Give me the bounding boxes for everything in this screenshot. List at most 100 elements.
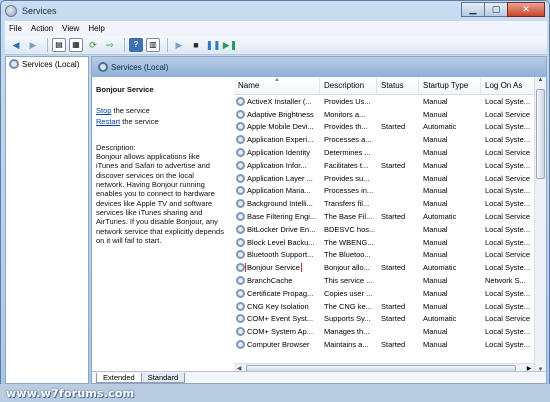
- service-gear-icon: [236, 109, 245, 119]
- service-gear-icon: [236, 96, 245, 106]
- service-description: Processes a...: [324, 135, 372, 145]
- help-button[interactable]: ?: [129, 38, 143, 52]
- service-row[interactable]: COM+ System Ap... Manages th... Manual Loca…: [234, 325, 546, 338]
- service-startup-type: Manual: [423, 301, 448, 311]
- service-description: The CNG ke...: [324, 301, 372, 311]
- column-header-status[interactable]: Status: [377, 77, 419, 94]
- service-row[interactable]: Certificate Propag... Copies user ... Manu…: [234, 287, 546, 300]
- service-name-text: BranchCache: [247, 276, 293, 286]
- menu-bar: File Action View Help: [5, 21, 547, 36]
- console-tree-button[interactable]: ▤: [52, 38, 66, 52]
- column-header-startup-type[interactable]: Startup Type: [419, 77, 481, 94]
- properties-button[interactable]: ▦: [69, 38, 83, 52]
- close-button[interactable]: ✕: [507, 2, 545, 17]
- services-app-icon: [5, 5, 17, 17]
- export-button[interactable]: ⇨: [103, 38, 117, 52]
- column-header-label: Log On As: [485, 81, 523, 90]
- service-name-text: ActiveX Installer (...: [247, 96, 312, 106]
- forward-button[interactable]: ▶: [26, 38, 40, 52]
- start-service-button[interactable]: ▶: [172, 38, 186, 52]
- service-name-text: Computer Browser: [247, 340, 310, 350]
- service-name-text: Apple Mobile Devi...: [247, 122, 314, 132]
- watermark-text: www.w7forums.com: [6, 387, 135, 400]
- toolbar: ◀ ▶ ▤ ▦ ⟳ ⇨ ? ▥ ▶ ■ ❚❚ ▶❚: [5, 36, 547, 55]
- service-startup-type: Manual: [423, 96, 448, 106]
- column-header-label: Description: [324, 81, 365, 90]
- service-row[interactable]: Application Identity Determines ... Manual…: [234, 146, 546, 159]
- service-description: Processes in...: [324, 186, 374, 196]
- help-icon: ?: [133, 40, 139, 49]
- service-row[interactable]: BranchCache This service ... Manual Network…: [234, 274, 546, 287]
- service-name-text: Application Identity: [247, 148, 310, 158]
- service-name-text: Application Mana...: [247, 186, 311, 196]
- vertical-scrollbar[interactable]: ▲ ▼: [534, 77, 546, 373]
- menu-help[interactable]: Help: [88, 24, 104, 33]
- service-row[interactable]: Adaptive Brightness Monitors a... Manual Lo…: [234, 108, 546, 121]
- back-button[interactable]: ◀: [9, 38, 23, 52]
- maximize-icon: ▢: [491, 4, 501, 14]
- service-name-text: Block Level Backu...: [247, 237, 315, 247]
- service-row[interactable]: Base Filtering Engi... The Base Fil... Sta…: [234, 210, 546, 223]
- service-gear-icon: [236, 160, 245, 170]
- pane-header: Services (Local): [92, 57, 546, 77]
- maximize-button[interactable]: ▢: [484, 2, 508, 17]
- restart-link[interactable]: Restart: [96, 117, 120, 126]
- service-description: Determines ...: [324, 148, 371, 158]
- service-name: Application Identity: [234, 148, 320, 158]
- tab-standard[interactable]: Standard: [140, 373, 186, 383]
- window-title: Services: [22, 6, 57, 16]
- service-row[interactable]: Application Experi... Processes a... Manua…: [234, 133, 546, 146]
- title-bar[interactable]: Services ▁ ▢ ✕: [1, 1, 549, 21]
- service-row[interactable]: Block Level Backu... The WBENG... Manual Lo…: [234, 236, 546, 249]
- sort-ascending-icon: ▲: [274, 77, 280, 83]
- service-name: Background Intelli...: [234, 199, 320, 209]
- service-row[interactable]: Computer Browser Maintains a... Started Man…: [234, 338, 546, 351]
- toolbar-separator: [124, 38, 125, 52]
- service-row[interactable]: CNG Key Isolation The CNG ke... Started Man…: [234, 300, 546, 313]
- service-row[interactable]: Bluetooth Support... The Bluetoo... Manual…: [234, 249, 546, 262]
- minimize-button[interactable]: ▁: [461, 2, 485, 17]
- service-startup-type: Manual: [423, 237, 448, 247]
- menu-action[interactable]: Action: [31, 24, 53, 33]
- menu-view[interactable]: View: [62, 24, 79, 33]
- column-header-name[interactable]: ▲ Name: [234, 77, 320, 94]
- stop-service-button[interactable]: ■: [189, 38, 203, 52]
- column-header-description[interactable]: Description: [320, 77, 377, 94]
- service-row[interactable]: Bonjour Service Bonjour allo... Started Aut…: [234, 261, 546, 274]
- service-status: Started: [381, 340, 406, 350]
- restart-service-button[interactable]: ▶❚: [223, 38, 237, 52]
- service-name-text: Bluetooth Support...: [247, 250, 314, 260]
- service-row[interactable]: Background Intelli... Transfers fil... Man…: [234, 197, 546, 210]
- service-gear-icon: [236, 135, 245, 145]
- service-description: Provides Us...: [324, 96, 371, 106]
- service-name: Computer Browser: [234, 340, 320, 350]
- vertical-scroll-thumb[interactable]: [536, 89, 545, 179]
- tree-item-services-local[interactable]: Services (Local): [6, 57, 88, 71]
- service-startup-type: Manual: [423, 109, 448, 119]
- service-row[interactable]: ActiveX Installer (... Provides Us... Manu…: [234, 95, 546, 108]
- scroll-up-icon[interactable]: ▲: [535, 77, 546, 83]
- service-row[interactable]: Application Mana... Processes in... Manual…: [234, 185, 546, 198]
- menu-file[interactable]: File: [9, 24, 22, 33]
- pane-header-title: Services (Local): [111, 62, 169, 72]
- view-button[interactable]: ▥: [146, 38, 160, 52]
- service-startup-type: Manual: [423, 276, 448, 286]
- stop-rest-text: the service: [111, 106, 150, 116]
- service-description: Provides th...: [324, 122, 368, 132]
- service-name: Application Layer ...: [234, 173, 320, 183]
- service-startup-type: Manual: [423, 224, 448, 234]
- service-row[interactable]: BitLocker Drive En... BDESVC hos... Manual…: [234, 223, 546, 236]
- service-row[interactable]: COM+ Event Syst... Supports Sy... Started A…: [234, 313, 546, 326]
- tab-extended[interactable]: Extended: [96, 373, 142, 383]
- service-startup-type: Automatic: [423, 122, 457, 132]
- tree-item-label: Services (Local): [22, 59, 80, 69]
- service-row[interactable]: Apple Mobile Devi... Provides th... Starte…: [234, 121, 546, 134]
- pause-service-button[interactable]: ❚❚: [205, 38, 220, 52]
- service-row[interactable]: Application Infor... Facilitates t... Star…: [234, 159, 546, 172]
- stop-link[interactable]: Stop: [96, 106, 111, 115]
- service-gear-icon: [236, 148, 245, 158]
- service-name-text: Base Filtering Engi...: [247, 212, 317, 222]
- service-row[interactable]: Application Layer ... Provides su... Manua…: [234, 172, 546, 185]
- refresh-button[interactable]: ⟳: [86, 38, 100, 52]
- service-status: Started: [381, 301, 406, 311]
